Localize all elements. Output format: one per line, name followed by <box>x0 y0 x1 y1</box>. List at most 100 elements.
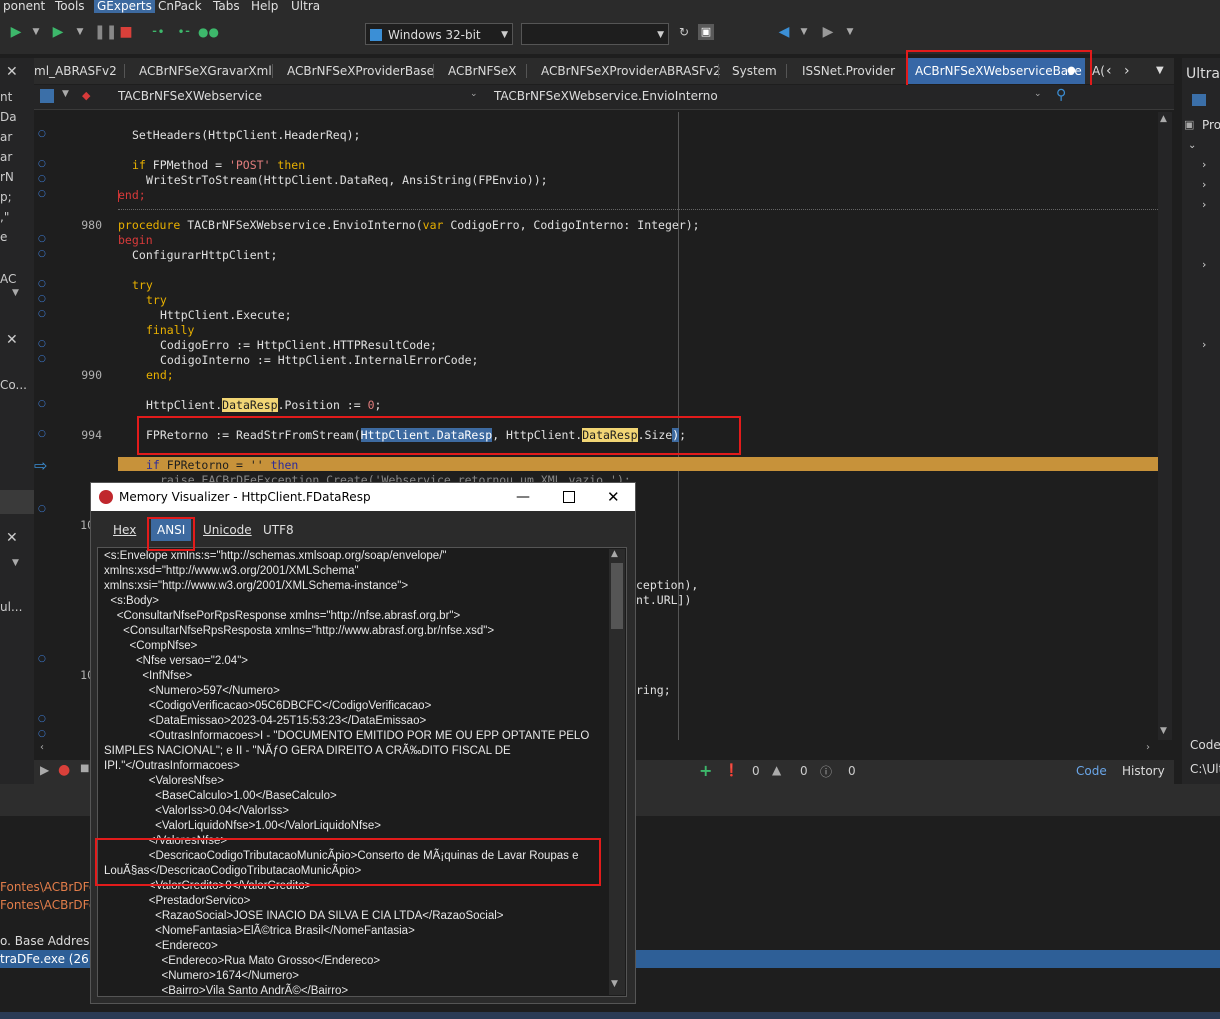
right-panel-item[interactable]: Pro <box>1202 118 1220 132</box>
tab-providerabrasfv2[interactable]: ACBrNFSeXProviderABRASFv2 <box>541 58 721 84</box>
breakpoint-dot-icon[interactable]: ○ <box>38 189 46 199</box>
tab-issnet-provider[interactable]: ISSNet.Provider <box>802 58 895 84</box>
device-icon[interactable]: ▣ <box>698 24 714 40</box>
breakpoint-dot-icon[interactable]: ○ <box>38 159 46 169</box>
tab-system[interactable]: System <box>732 58 777 84</box>
pause-icon[interactable]: ❚❚ <box>94 24 117 40</box>
breakpoint-dot-icon[interactable]: ○ <box>38 339 46 349</box>
breakpoint-dot-icon[interactable]: ○ <box>38 714 46 724</box>
run-dropdown2-icon[interactable]: ▼ <box>72 24 88 40</box>
tab-more[interactable]: A( <box>1092 58 1105 84</box>
tab-code[interactable]: Code <box>1076 764 1107 778</box>
run-dropdown-icon[interactable]: ▼ <box>28 24 44 40</box>
tab-acbrnfsex[interactable]: ACBrNFSeX <box>448 58 516 84</box>
project-icon[interactable] <box>1192 94 1206 106</box>
breakpoint-dot-icon[interactable]: ○ <box>38 309 46 319</box>
chevron-down-icon[interactable]: ⌄ <box>1034 89 1042 99</box>
search-icon[interactable]: ⚲ <box>1056 87 1066 103</box>
tab-hex[interactable]: Hex <box>113 523 136 537</box>
add-icon[interactable]: + <box>699 761 712 780</box>
scroll-right-icon[interactable]: › <box>1124 58 1130 84</box>
stop-icon[interactable]: ■ <box>80 763 89 774</box>
menu-tools[interactable]: Tools <box>52 0 88 13</box>
structure-icon[interactable] <box>40 89 54 103</box>
maximize-icon[interactable] <box>563 491 575 503</box>
breakpoint-dot-icon[interactable]: ○ <box>38 249 46 259</box>
forward-icon[interactable]: ▶ <box>820 24 836 40</box>
scroll-left-icon[interactable]: ‹ <box>1106 58 1112 84</box>
trace-into-icon[interactable]: •⁃ <box>176 24 192 40</box>
expand-icon[interactable]: ⌄ <box>1188 140 1196 151</box>
dialog-title-bar: Memory Visualizer - HttpClient.FDataResp… <box>91 483 635 511</box>
chevron-down-icon[interactable]: ⌄ <box>470 89 478 99</box>
chevron-down-icon[interactable]: ▼ <box>62 89 69 99</box>
close-icon[interactable]: ✕ <box>6 64 18 80</box>
xml-line: <ConsultarNfsePorRpsResponse xmlns="http… <box>104 610 461 622</box>
config-select[interactable]: ▼ <box>521 23 669 45</box>
run-icon[interactable]: ▶ <box>8 24 24 40</box>
collapse-icon[interactable]: › <box>1202 338 1206 351</box>
stop-icon[interactable]: ■ <box>118 24 134 40</box>
close-icon[interactable]: ✕ <box>6 530 18 546</box>
chevron-down-icon[interactable]: ▼ <box>12 558 19 568</box>
breakpoint-dot-icon[interactable]: ○ <box>38 354 46 364</box>
menu-cnpack[interactable]: CnPack <box>155 0 205 13</box>
collapse-icon[interactable]: › <box>1202 178 1206 191</box>
tab-abrasfv2[interactable]: ml_ABRASFv2 <box>34 58 117 84</box>
unit-selector[interactable]: TACBrNFSeXWebservice <box>118 89 262 103</box>
scroll-left-icon[interactable]: ‹ <box>40 742 44 753</box>
record-icon[interactable]: ● <box>58 762 70 778</box>
tab-unicode[interactable]: Unicode <box>203 523 252 537</box>
refresh-icon[interactable]: ↻ <box>676 24 692 40</box>
breakpoint-dot-icon[interactable]: ○ <box>38 129 46 139</box>
menu-component[interactable]: ponent <box>0 0 48 13</box>
forward-dropdown-icon[interactable]: ▼ <box>842 24 858 40</box>
collapse-icon[interactable]: › <box>1202 198 1206 211</box>
memory-text-view[interactable]: <s:Envelope xmlns:s="http://schemas.xmls… <box>97 547 627 997</box>
scroll-right-icon[interactable]: › <box>1146 742 1150 753</box>
tab-utf8[interactable]: UTF8 <box>263 523 294 537</box>
xml-line: <s:Envelope xmlns:s="http://schemas.xmls… <box>104 550 447 562</box>
chevron-down-icon[interactable]: ▼ <box>1156 58 1164 84</box>
close-icon[interactable]: ✕ <box>6 332 18 348</box>
breakpoint-dot-icon[interactable]: ○ <box>38 279 46 289</box>
back-icon[interactable]: ◀ <box>776 24 792 40</box>
chevron-down-icon[interactable]: ▼ <box>12 288 19 298</box>
breakpoint-dot-icon[interactable]: ○ <box>38 729 46 739</box>
scroll-down-icon[interactable]: ▼ <box>611 979 618 989</box>
message-line[interactable]: o. Base Address: <box>0 934 100 948</box>
run-to-cursor-icon[interactable]: ●● <box>198 24 219 40</box>
scroll-down-icon[interactable]: ▼ <box>1160 726 1167 736</box>
vertical-scrollbar[interactable] <box>1158 112 1172 740</box>
message-line[interactable]: Fontes\ACBrDFe <box>0 898 96 912</box>
step-over-icon[interactable]: ⁃• <box>150 24 166 40</box>
breakpoint-dot-icon[interactable]: ○ <box>38 504 46 514</box>
back-dropdown-icon[interactable]: ▼ <box>796 24 812 40</box>
scroll-up-icon[interactable]: ▲ <box>1160 114 1167 124</box>
breakpoint-dot-icon[interactable]: ○ <box>38 294 46 304</box>
tab-providerbase[interactable]: ACBrNFSeXProviderBase <box>287 58 434 84</box>
collapse-icon[interactable]: › <box>1202 258 1206 271</box>
minimize-icon[interactable]: — <box>516 483 530 511</box>
collapse-icon[interactable]: › <box>1202 158 1206 171</box>
run-without-debug-icon[interactable]: ▶ <box>50 24 66 40</box>
method-selector[interactable]: TACBrNFSeXWebservice.EnvioInterno <box>494 89 718 103</box>
menu-help[interactable]: Help <box>248 0 281 13</box>
scroll-up-icon[interactable]: ▲ <box>611 549 618 559</box>
menu-ultra[interactable]: Ultra <box>288 0 323 13</box>
breakpoint-dot-icon[interactable]: ○ <box>38 234 46 244</box>
breakpoint-dot-icon[interactable]: ○ <box>38 654 46 664</box>
code-line: WriteStrToStream(HttpClient.DataReq, Ans… <box>146 173 548 187</box>
dialog-scroll-thumb[interactable] <box>611 563 623 629</box>
menu-tabs[interactable]: Tabs <box>210 0 243 13</box>
breakpoint-dot-icon[interactable]: ○ <box>38 399 46 409</box>
breakpoint-dot-icon[interactable]: ○ <box>38 174 46 184</box>
play-icon[interactable]: ▶ <box>40 763 49 777</box>
message-line[interactable]: Fontes\ACBrDFe <box>0 880 96 894</box>
platform-select[interactable]: Windows 32-bit ▼ <box>365 23 513 45</box>
menu-gexperts[interactable]: GExperts <box>94 0 155 13</box>
tab-gravarxml[interactable]: ACBrNFSeXGravarXml <box>139 58 272 84</box>
tab-history[interactable]: History <box>1122 764 1165 778</box>
left-selected-row[interactable] <box>0 490 34 514</box>
close-icon[interactable]: ✕ <box>607 483 620 511</box>
